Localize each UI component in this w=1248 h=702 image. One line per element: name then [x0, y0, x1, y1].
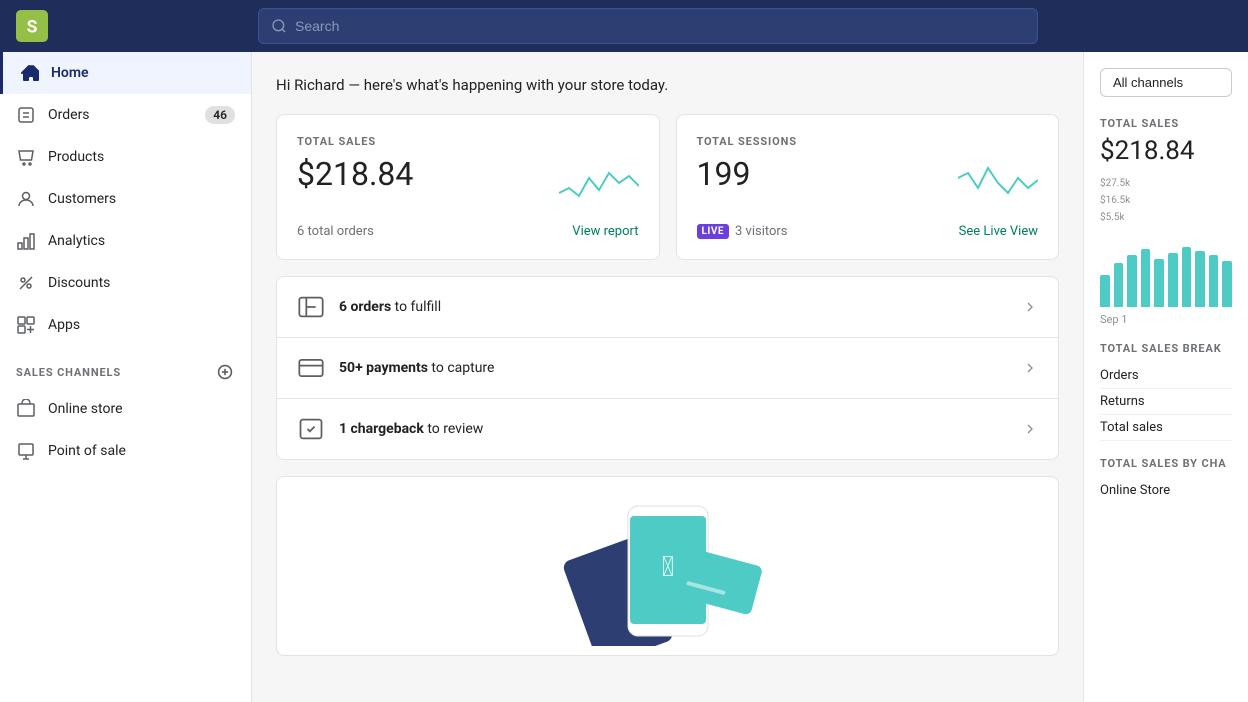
- sales-bar-chart: [1100, 227, 1232, 307]
- total-sessions-value: 199: [697, 158, 751, 190]
- see-live-view-link[interactable]: See Live View: [959, 224, 1038, 239]
- promo-card: : [276, 476, 1059, 656]
- sidebar-item-analytics[interactable]: Analytics: [0, 220, 251, 262]
- svg-text:: : [661, 550, 673, 583]
- bar-6: [1168, 253, 1178, 307]
- total-sessions-label: TOTAL SESSIONS: [697, 135, 1039, 148]
- total-sessions-card: TOTAL SESSIONS 199 LIVE 3 visitors See L…: [676, 114, 1060, 260]
- bar-10: [1222, 261, 1232, 307]
- chevron-right-icon: [1022, 299, 1038, 315]
- live-badge: LIVE: [697, 224, 730, 239]
- analytics-icon: [16, 231, 36, 251]
- search-input[interactable]: [295, 18, 1025, 34]
- online-store-icon: [16, 399, 36, 419]
- sales-channels-title: SALES CHANNELS: [16, 366, 121, 379]
- sidebar: Home Orders 46 Products Customers: [0, 52, 252, 702]
- right-total-sales-label: TOTAL SALES: [1100, 117, 1232, 130]
- payment-icon: [297, 354, 325, 382]
- top-navigation: S: [0, 0, 1248, 52]
- channel-filter-button[interactable]: All channels: [1100, 68, 1232, 97]
- total-sales-card: TOTAL SALES $218.84 6 total orders View …: [276, 114, 660, 260]
- phone-illustration: : [538, 486, 798, 646]
- sidebar-item-products[interactable]: Products: [0, 136, 251, 178]
- stats-row: TOTAL SALES $218.84 6 total orders View …: [276, 114, 1059, 260]
- apps-icon: [16, 315, 36, 335]
- main-content: Hi Richard — here's what's happening wit…: [252, 52, 1083, 702]
- right-total-sales-value: $218.84: [1100, 136, 1232, 166]
- fulfill-orders-row[interactable]: 6 orders to fulfill: [277, 277, 1058, 338]
- bar-7: [1182, 247, 1192, 307]
- total-orders-text: 6 total orders: [297, 224, 374, 239]
- bar-1: [1100, 275, 1110, 307]
- sidebar-item-apps[interactable]: Apps: [0, 304, 251, 346]
- chargeback-icon: [297, 415, 325, 443]
- main-layout: Home Orders 46 Products Customers: [0, 52, 1248, 702]
- chevron-right-icon-2: [1022, 360, 1038, 376]
- sidebar-item-discounts[interactable]: Discounts: [0, 262, 251, 304]
- capture-payments-text: 50+ payments to capture: [339, 360, 494, 376]
- sidebar-item-home-label: Home: [51, 65, 89, 81]
- bar-2: [1114, 263, 1124, 307]
- visitors-text: 3 visitors: [735, 224, 788, 239]
- sidebar-item-online-store[interactable]: Online store: [0, 388, 251, 430]
- total-sales-value: $218.84: [297, 158, 413, 190]
- breakdown-returns: Returns: [1100, 389, 1232, 415]
- right-panel: All channels TOTAL SALES $218.84 $27.5k …: [1083, 52, 1248, 702]
- breakdown-total-sales: Total sales: [1100, 415, 1232, 441]
- sidebar-item-analytics-label: Analytics: [48, 233, 105, 249]
- bar-8: [1195, 251, 1205, 307]
- svg-text:S: S: [27, 17, 38, 37]
- view-report-link[interactable]: View report: [572, 224, 638, 239]
- sidebar-item-customers[interactable]: Customers: [0, 178, 251, 220]
- add-channel-button[interactable]: [215, 362, 235, 382]
- sidebar-item-orders[interactable]: Orders 46: [0, 94, 251, 136]
- bar-5: [1154, 259, 1164, 307]
- total-sales-label: TOTAL SALES: [297, 135, 639, 148]
- channel-online-store: Online Store: [1100, 478, 1232, 503]
- chart-y-label-2: $16.5k: [1100, 195, 1130, 206]
- total-sessions-sparkline: [958, 158, 1038, 208]
- orders-badge: 46: [205, 106, 235, 124]
- products-icon: [16, 147, 36, 167]
- search-bar[interactable]: [258, 8, 1038, 44]
- chargeback-row[interactable]: 1 chargeback to review: [277, 399, 1058, 459]
- bar-9: [1209, 255, 1219, 307]
- chevron-right-icon-3: [1022, 421, 1038, 437]
- orders-icon: [16, 105, 36, 125]
- home-icon: [19, 63, 39, 83]
- actions-card: 6 orders to fulfill 50+ payments to capt…: [276, 276, 1059, 460]
- chart-y-label-1: $27.5k: [1100, 178, 1130, 189]
- discounts-icon: [16, 273, 36, 293]
- sidebar-item-apps-label: Apps: [48, 317, 80, 333]
- shopify-logo: S: [16, 10, 48, 42]
- breakdown-orders: Orders: [1100, 363, 1232, 389]
- pos-icon: [16, 441, 36, 461]
- sales-channels-section: SALES CHANNELS: [0, 346, 251, 388]
- chargeback-text: 1 chargeback to review: [339, 421, 483, 437]
- fulfill-icon: [297, 293, 325, 321]
- by-channel-title: TOTAL SALES BY CHA: [1100, 457, 1232, 470]
- breakdown-title: TOTAL SALES BREAK: [1100, 342, 1232, 355]
- sidebar-item-orders-label: Orders: [48, 107, 90, 123]
- customers-icon: [16, 189, 36, 209]
- search-icon: [271, 18, 287, 34]
- bar-3: [1127, 255, 1137, 307]
- sidebar-item-products-label: Products: [48, 149, 104, 165]
- chart-y-label-3: $5.5k: [1100, 212, 1125, 223]
- greeting-text: Hi Richard — here's what's happening wit…: [276, 76, 1059, 94]
- sidebar-item-pos-label: Point of sale: [48, 443, 126, 459]
- chart-date-label: Sep 1: [1100, 313, 1232, 326]
- sidebar-item-discounts-label: Discounts: [48, 275, 110, 291]
- bar-4: [1141, 249, 1151, 307]
- total-sales-sparkline: [559, 158, 639, 208]
- capture-payments-row[interactable]: 50+ payments to capture: [277, 338, 1058, 399]
- fulfill-orders-text: 6 orders to fulfill: [339, 299, 441, 315]
- sidebar-item-pos[interactable]: Point of sale: [0, 430, 251, 472]
- sidebar-item-online-store-label: Online store: [48, 401, 123, 417]
- sidebar-item-customers-label: Customers: [48, 191, 116, 207]
- sidebar-item-home[interactable]: Home: [0, 52, 251, 94]
